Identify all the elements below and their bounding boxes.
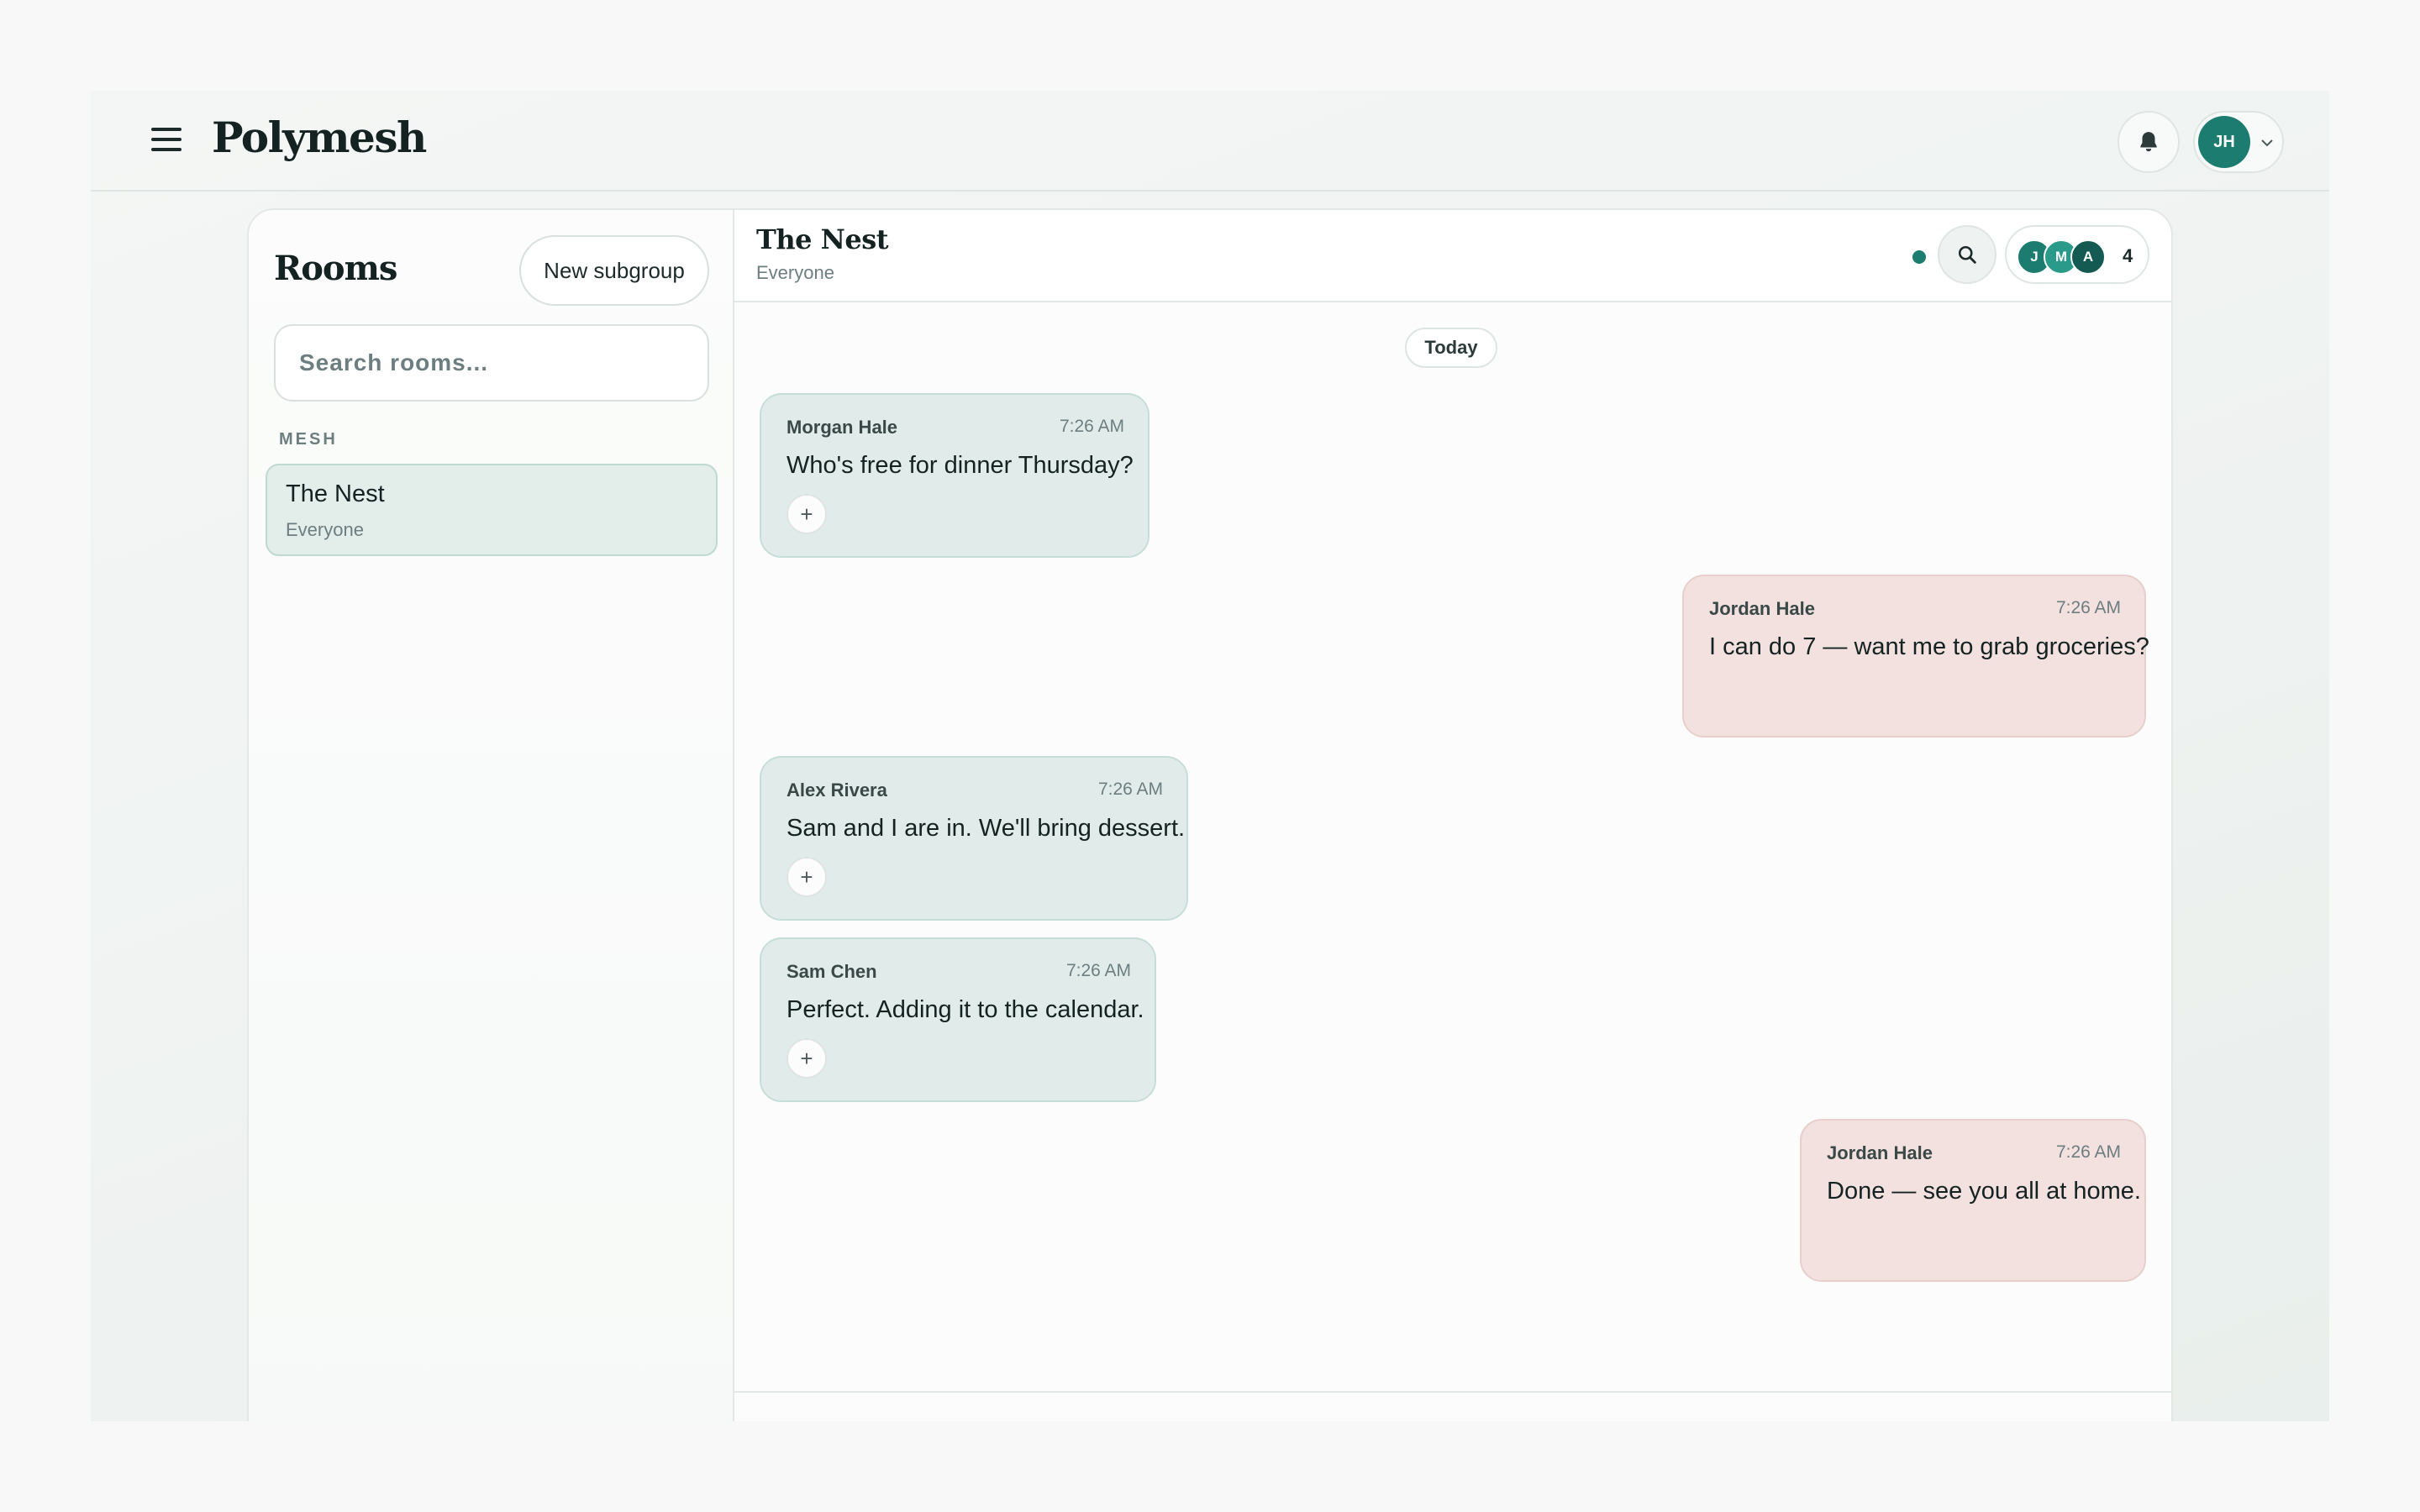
members-button[interactable]: J M A 4 [2005,225,2149,284]
top-bar: Polymesh JH [91,91,2329,192]
chat-search-button[interactable] [1938,225,1996,284]
member-avatar: A [2070,239,2106,275]
message-author: Alex Rivera [786,780,887,801]
chat-area: The Nest Everyone J M A 4 Today Morgan H… [734,210,2171,1421]
message-time: 7:26 AM [1097,780,1163,799]
message-text: Perfect. Adding it to the calendar. [786,996,1144,1023]
day-separator: Today [1405,328,1497,368]
add-reaction-button[interactable]: + [786,857,827,897]
message-author: Sam Chen [786,961,877,982]
rooms-sidebar: Rooms New subgroup MESH The Nest Everyon… [249,210,734,1421]
add-reaction-button[interactable]: + [786,1038,827,1079]
online-status-dot [1912,250,1926,264]
section-label: MESH [279,430,338,449]
member-count: 4 [2123,245,2133,266]
chat-title: The Nest [756,223,888,255]
chat-subtitle: Everyone [756,262,834,283]
message-text: I can do 7 — want me to grab groceries? [1709,633,2149,660]
message-time: 7:26 AM [1065,961,1131,980]
main-panel: Rooms New subgroup MESH The Nest Everyon… [247,208,2173,1421]
app-window: Polymesh JH Rooms New subgroup MESH The … [91,91,2329,1421]
brand-logo: Polymesh [212,113,427,162]
sidebar-title: Rooms [274,249,397,288]
room-name: The Nest [286,480,385,507]
add-reaction-button[interactable]: + [786,494,827,534]
avatar: JH [2198,116,2250,168]
room-subtitle: Everyone [286,519,364,540]
message-author: Jordan Hale [1827,1142,1933,1163]
message-input[interactable] [756,1406,1936,1421]
chat-header: The Nest Everyone J M A 4 [734,210,2171,302]
message-bubble: Jordan Hale 7:26 AM Done — see you all a… [1800,1119,2146,1282]
room-search-input[interactable] [274,324,709,402]
message-author: Jordan Hale [1709,598,1815,619]
bell-icon [2140,132,2157,152]
message-composer [734,1391,2171,1421]
message-time: 7:26 AM [2055,598,2121,617]
message-text: Done — see you all at home. [1827,1178,2141,1205]
hamburger-menu-icon[interactable] [151,128,182,155]
message-bubble: Alex Rivera 7:26 AM Sam and I are in. We… [760,756,1188,921]
message-bubble: Jordan Hale 7:26 AM I can do 7 — want me… [1682,575,2149,738]
message-text: Who's free for dinner Thursday? [786,452,1134,479]
new-subgroup-button[interactable]: New subgroup [519,235,709,306]
message-text: Sam and I are in. We'll bring dessert. [786,815,1186,842]
message-time: 7:26 AM [2055,1142,2121,1162]
message-author: Morgan Hale [786,417,898,438]
chevron-down-icon [2261,139,2273,147]
message-bubble: Sam Chen 7:26 AM Perfect. Adding it to t… [760,937,1156,1102]
message-time: 7:26 AM [1059,417,1124,436]
user-menu-button[interactable]: JH [2193,111,2284,173]
message-bubble: Morgan Hale 7:26 AM Who's free for dinne… [760,393,1150,558]
notifications-button[interactable] [2118,111,2180,173]
room-item-the-nest[interactable]: The Nest Everyone [266,464,718,556]
search-icon [1958,245,1976,264]
